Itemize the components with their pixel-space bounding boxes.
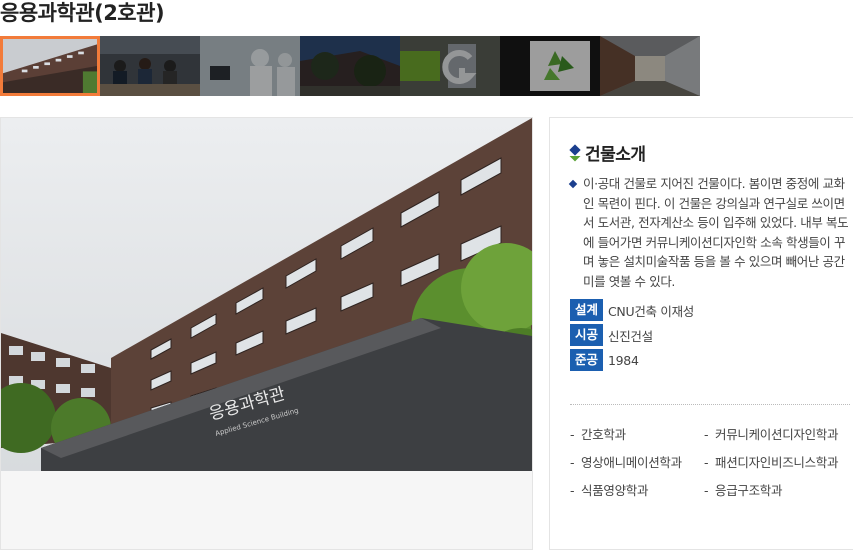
fact-value-construction: 신진건설 — [608, 328, 653, 344]
building-description: 이·공대 건물로 지어진 건물이다. 봄이면 중정에 교화인 목련이 핀다. 이… — [568, 174, 850, 291]
main-photo-frame: 응용과학관 Applied Science Building — [0, 117, 533, 550]
info-heading-text: 건물소개 — [585, 145, 646, 165]
fact-value-completion: 1984 — [608, 352, 639, 368]
small-diamond-bullet-icon — [568, 179, 578, 189]
dept-food-nutrition[interactable]: 식품영양학과 — [570, 482, 704, 500]
building-facts: 설계 CNU건축 이재성 시공 신진건설 준공 1984 — [570, 299, 694, 374]
section-divider — [570, 404, 850, 405]
fact-row-completion: 준공 1984 — [570, 349, 694, 371]
dept-communication-design[interactable]: 커뮤니케이션디자인학과 — [704, 426, 853, 444]
main-photo: 응용과학관 Applied Science Building — [1, 118, 532, 471]
fact-label-completion: 준공 — [570, 349, 603, 371]
thumb-lobby[interactable] — [500, 36, 600, 96]
fact-row-design: 설계 CNU건축 이재성 — [570, 299, 694, 321]
building-info-panel: 건물소개 이·공대 건물로 지어진 건물이다. 봄이면 중정에 교화인 목련이 … — [549, 117, 853, 550]
thumb-courtyard[interactable] — [300, 36, 400, 96]
fact-label-construction: 시공 — [570, 324, 603, 346]
thumb-corridor[interactable] — [600, 36, 700, 96]
fact-label-design: 설계 — [570, 299, 603, 321]
dept-nursing[interactable]: 간호학과 — [570, 426, 704, 444]
page-title: 응용과학관(2호관) — [0, 1, 165, 25]
dept-emergency-rescue[interactable]: 응급구조학과 — [704, 482, 853, 500]
thumb-classroom[interactable] — [100, 36, 200, 96]
thumbnail-strip — [0, 36, 700, 96]
thumb-building-exterior[interactable] — [0, 36, 100, 96]
department-list: 간호학과 커뮤니케이션디자인학과 영상애니메이션학과 패션디자인비즈니스학과 식… — [570, 426, 853, 500]
dept-video-animation[interactable]: 영상애니메이션학과 — [570, 454, 704, 472]
building-description-text: 이·공대 건물로 지어진 건물이다. 봄이면 중정에 교화인 목련이 핀다. 이… — [583, 176, 849, 289]
info-heading: 건물소개 — [570, 140, 646, 165]
dept-fashion-design-business[interactable]: 패션디자인비즈니스학과 — [704, 454, 853, 472]
thumb-lab[interactable] — [200, 36, 300, 96]
fact-row-construction: 시공 신진건설 — [570, 324, 694, 346]
fact-value-design: CNU건축 이재성 — [608, 303, 695, 319]
diamond-bullet-icon — [570, 145, 581, 161]
thumb-signage[interactable] — [400, 36, 500, 96]
